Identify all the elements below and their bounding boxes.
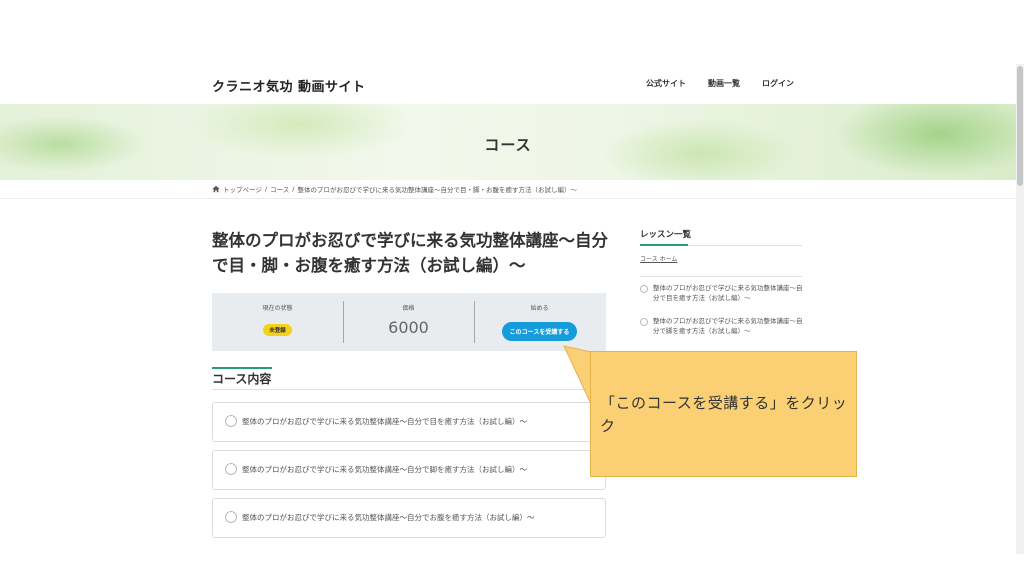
incomplete-circle-icon [225, 463, 237, 475]
home-icon [212, 185, 220, 193]
incomplete-circle-icon [640, 318, 648, 326]
course-home-link[interactable]: コース ホーム [640, 254, 677, 263]
course-title: 整体のプロがお忍びで学びに来る気功整体講座〜自分で目・脚・お腹を癒す方法（お試し… [212, 231, 608, 275]
status-badge: 未登録 [263, 324, 292, 336]
sidebar-accent-bar [640, 244, 688, 246]
hero-title: コース [484, 136, 532, 154]
breadcrumb-separator: / [264, 185, 268, 193]
nav-login[interactable]: ログイン [762, 78, 794, 89]
sidebar-lesson-title: 整体のプロがお忍びで学びに来る気功整体講座〜自分で脚を癒す方法（お試し編）〜 [653, 317, 803, 335]
enroll-button[interactable]: このコースを受講する [501, 322, 578, 341]
site-header: クラニオ気功 動画サイト 公式サイト 動画一覧 ログイン [0, 64, 1016, 104]
course-content-heading-text: コース内容 [212, 372, 272, 386]
course-status-box: 現在の状態 未登録 価格 6000 始める このコースを受講する [212, 293, 606, 351]
callout-text: 「このコースを受講する」をクリック [600, 394, 848, 435]
lesson-list-heading: レッスン一覧 [640, 230, 692, 240]
sidebar-lesson-item[interactable]: 整体のプロがお忍びで学びに来る気功整体講座〜自分で脚を癒す方法（お試し編）〜 [640, 316, 805, 336]
heading-accent-bar [212, 367, 272, 369]
breadcrumb-parent[interactable]: コース [270, 184, 289, 194]
lesson-item[interactable]: 整体のプロがお忍びで学びに来る気功整体講座〜自分でお腹を癒す方法（お試し編）〜 [212, 498, 606, 538]
breadcrumb-current: 整体のプロがお忍びで学びに来る気功整体講座〜自分で目・脚・お腹を癒す方法（お試し… [297, 186, 577, 194]
course-content-heading: コース内容 [212, 367, 272, 387]
incomplete-circle-icon [225, 415, 237, 427]
breadcrumb: トップページ / コース / 整体のプロがお忍びで学びに来る気功整体講座〜自分で… [212, 184, 577, 194]
lesson-title: 整体のプロがお忍びで学びに来る気功整体講座〜自分で脚を癒す方法（お試し編）〜 [242, 465, 527, 474]
section-divider [212, 389, 606, 390]
price-column: 価格 6000 [343, 293, 474, 351]
main-nav: 公式サイト 動画一覧 ログイン [646, 78, 794, 89]
status-label: 現在の状態 [262, 305, 293, 312]
start-column: 始める このコースを受講する [474, 293, 605, 351]
nav-official-site[interactable]: 公式サイト [646, 78, 686, 89]
lesson-item[interactable]: 整体のプロがお忍びで学びに来る気功整体講座〜自分で目を癒す方法（お試し編）〜 [212, 402, 606, 442]
sidebar-divider [640, 276, 802, 277]
breadcrumb-home[interactable]: トップページ [223, 184, 262, 194]
page-scrollbar[interactable] [1016, 64, 1024, 554]
nav-video-list[interactable]: 動画一覧 [708, 78, 740, 89]
status-column: 現在の状態 未登録 [212, 293, 343, 351]
incomplete-circle-icon [640, 285, 648, 293]
price-value: 6000 [388, 318, 429, 337]
incomplete-circle-icon [225, 511, 237, 523]
sidebar-lesson-item[interactable]: 整体のプロがお忍びで学びに来る気功整体講座〜自分で目を癒す方法（お試し編）〜 [640, 283, 805, 303]
breadcrumb-separator: / [292, 185, 295, 193]
lesson-item[interactable]: 整体のプロがお忍びで学びに来る気功整体講座〜自分で脚を癒す方法（お試し編）〜 [212, 450, 606, 490]
lesson-title: 整体のプロがお忍びで学びに来る気功整体講座〜自分で目を癒す方法（お試し編）〜 [242, 417, 527, 426]
price-label: 価格 [402, 305, 415, 312]
instruction-callout: 「このコースを受講する」をクリック [590, 351, 857, 477]
site-title[interactable]: クラニオ気功 動画サイト [212, 76, 366, 95]
start-label: 始める [530, 305, 549, 312]
breadcrumb-divider [0, 198, 1016, 199]
sidebar-lesson-title: 整体のプロがお忍びで学びに来る気功整体講座〜自分で目を癒す方法（お試し編）〜 [653, 284, 803, 302]
scrollbar-thumb[interactable] [1017, 66, 1023, 186]
lesson-title: 整体のプロがお忍びで学びに来る気功整体講座〜自分でお腹を癒す方法（お試し編）〜 [242, 513, 535, 522]
